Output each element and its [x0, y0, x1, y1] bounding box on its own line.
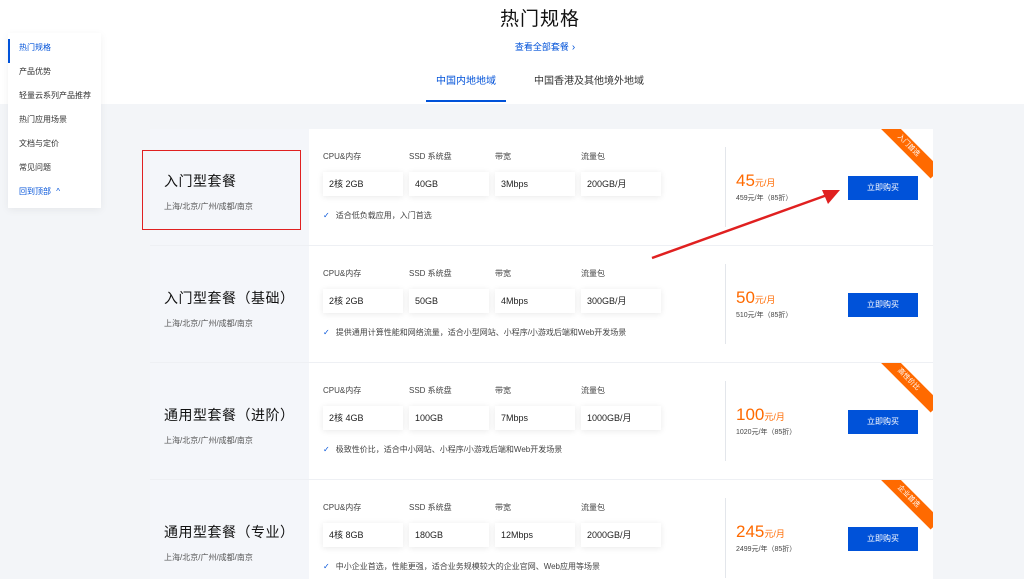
price-yearly: 2499元/年（85折）	[736, 546, 797, 553]
sidebar-item-recommend[interactable]: 轻量云系列产品推荐	[8, 87, 101, 111]
spec-value-ssd: 100GB	[409, 406, 489, 430]
buy-button[interactable]: 立即购买	[848, 176, 918, 200]
spec-value-bandwidth: 12Mbps	[495, 523, 575, 547]
ribbon-badge: 入门首选	[875, 129, 933, 179]
check-icon: ✓	[323, 445, 330, 454]
spec-value-ssd: 180GB	[409, 523, 489, 547]
buy-button[interactable]: 立即购买	[848, 410, 918, 434]
plan-name: 通用型套餐（专业）	[164, 524, 295, 540]
price-unit: 元/月	[764, 412, 785, 422]
spec-label-ssd: SSD 系统盘	[409, 386, 452, 395]
back-to-top-label: 回到顶部	[19, 187, 51, 196]
spec-label-ssd: SSD 系统盘	[409, 152, 452, 161]
plan-name: 通用型套餐（进阶）	[164, 407, 295, 423]
sidebar-item-back-to-top[interactable]: 回到顶部 ^	[8, 183, 101, 207]
price-yearly: 510元/年（85折）	[736, 312, 793, 319]
spec-label-traffic: 流量包	[581, 503, 605, 512]
plan-price: 100元/月 1020元/年（85折）	[736, 405, 796, 437]
plan-description: 中小企业首选，性能更强，适合业务规模较大的企业官网、Web应用等场景	[335, 562, 601, 571]
spec-value-cpu: 4核 8GB	[323, 523, 403, 547]
side-nav: 热门规格 产品优势 轻量云系列产品推荐 热门应用场景 文档与定价 常见问题 回到…	[8, 33, 101, 208]
sidebar-item-faq[interactable]: 常见问题	[8, 159, 101, 183]
spec-value-bandwidth: 3Mbps	[495, 172, 575, 196]
plan-header: 通用型套餐（专业） 上海/北京/广州/成都/南京	[150, 480, 309, 579]
price-unit: 元/月	[764, 529, 785, 539]
sidebar-item-hot-specs[interactable]: 热门规格	[8, 39, 101, 63]
spec-label-traffic: 流量包	[581, 386, 605, 395]
ribbon-badge: 企业首选	[875, 480, 933, 530]
plan-card: 通用型套餐（进阶） 上海/北京/广州/成都/南京 CPU&内存 SSD 系统盘 …	[150, 363, 933, 480]
spec-value-bandwidth: 4Mbps	[495, 289, 575, 313]
spec-value-ssd: 40GB	[409, 172, 489, 196]
plan-name: 入门型套餐（基础）	[164, 290, 295, 306]
buy-button[interactable]: 立即购买	[848, 293, 918, 317]
spec-label-ssd: SSD 系统盘	[409, 503, 452, 512]
spec-label-cpu: CPU&内存	[323, 503, 362, 512]
plan-header: 入门型套餐（基础） 上海/北京/广州/成都/南京	[150, 246, 309, 362]
divider	[725, 264, 726, 344]
spec-value-traffic: 2000GB/月	[581, 523, 661, 547]
view-all-link[interactable]: 查看全部套餐 ›	[0, 40, 1024, 53]
plan-description: 提供通用计算性能和网络流量，适合小型网站、小程序/小游戏后端和Web开发场景	[335, 328, 627, 337]
tab-mainland[interactable]: 中国内地地域	[426, 74, 506, 102]
spec-value-cpu: 2核 4GB	[323, 406, 403, 430]
plan-price: 245元/月 2499元/年（85折）	[736, 522, 796, 554]
spec-label-traffic: 流量包	[581, 152, 605, 161]
spec-label-bandwidth: 带宽	[495, 503, 511, 512]
spec-label-cpu: CPU&内存	[323, 152, 362, 161]
plan-regions: 上海/北京/广州/成都/南京	[164, 319, 253, 328]
spec-value-cpu: 2核 2GB	[323, 172, 403, 196]
sidebar-item-scenarios[interactable]: 热门应用场景	[8, 111, 101, 135]
plan-header: 通用型套餐（进阶） 上海/北京/广州/成都/南京	[150, 363, 309, 479]
check-icon: ✓	[323, 211, 330, 220]
ribbon-badge: 高性价比	[875, 363, 933, 413]
annotation-arrow-icon	[651, 190, 840, 260]
spec-label-bandwidth: 带宽	[495, 152, 511, 161]
plan-card: 通用型套餐（专业） 上海/北京/广州/成都/南京 CPU&内存 SSD 系统盘 …	[150, 480, 933, 579]
view-all-label: 查看全部套餐	[514, 42, 569, 52]
divider	[725, 498, 726, 578]
price-value: 245	[736, 522, 765, 541]
price-value: 100	[736, 405, 765, 424]
page-title: 热门规格	[499, 9, 580, 30]
spec-label-bandwidth: 带宽	[495, 386, 511, 395]
divider	[725, 381, 726, 461]
plan-specs: CPU&内存 SSD 系统盘 带宽 流量包 2核 4GB 100GB 7Mbps…	[309, 363, 725, 479]
spec-label-ssd: SSD 系统盘	[409, 269, 452, 278]
spec-label-traffic: 流量包	[581, 269, 605, 278]
spec-value-bandwidth: 7Mbps	[495, 406, 575, 430]
price-yearly: 1020元/年（85折）	[736, 429, 797, 436]
spec-label-bandwidth: 带宽	[495, 269, 511, 278]
chevron-up-icon: ^	[56, 187, 60, 196]
price-value: 50	[736, 288, 755, 307]
price-unit: 元/月	[754, 295, 776, 305]
spec-value-traffic: 1000GB/月	[581, 406, 661, 430]
plan-description: 极致性价比，适合中小网站、小程序/小游戏后端和Web开发场景	[335, 445, 563, 454]
spec-label-cpu: CPU&内存	[323, 269, 362, 278]
plan-description: 适合低负载应用，入门首选	[335, 211, 432, 220]
region-tabs: 中国内地地域 中国香港及其他境外地域	[426, 74, 646, 102]
tab-overseas[interactable]: 中国香港及其他境外地域	[532, 74, 646, 102]
annotation-highlight-box	[142, 150, 301, 230]
spec-value-cpu: 2核 2GB	[323, 289, 403, 313]
plan-specs: CPU&内存 SSD 系统盘 带宽 流量包 4核 8GB 180GB 12Mbp…	[309, 480, 725, 579]
sidebar-item-docs-pricing[interactable]: 文档与定价	[8, 135, 101, 159]
check-icon: ✓	[323, 328, 330, 337]
plan-regions: 上海/北京/广州/成都/南京	[164, 553, 253, 562]
plan-price: 50元/月 510元/年（85折）	[736, 288, 792, 320]
header-area: 热门规格 查看全部套餐 › 中国内地地域 中国香港及其他境外地域	[0, 0, 1024, 104]
spec-label-cpu: CPU&内存	[323, 386, 362, 395]
plan-card: 入门型套餐（基础） 上海/北京/广州/成都/南京 CPU&内存 SSD 系统盘 …	[150, 246, 933, 363]
plan-regions: 上海/北京/广州/成都/南京	[164, 436, 253, 445]
plan-specs: CPU&内存 SSD 系统盘 带宽 流量包 2核 2GB 50GB 4Mbps …	[309, 246, 725, 362]
spec-value-ssd: 50GB	[409, 289, 489, 313]
check-icon: ✓	[323, 562, 330, 571]
sidebar-item-advantages[interactable]: 产品优势	[8, 63, 101, 87]
buy-button[interactable]: 立即购买	[848, 527, 918, 551]
chevron-right-icon: ›	[571, 42, 576, 53]
spec-value-traffic: 300GB/月	[581, 289, 661, 313]
